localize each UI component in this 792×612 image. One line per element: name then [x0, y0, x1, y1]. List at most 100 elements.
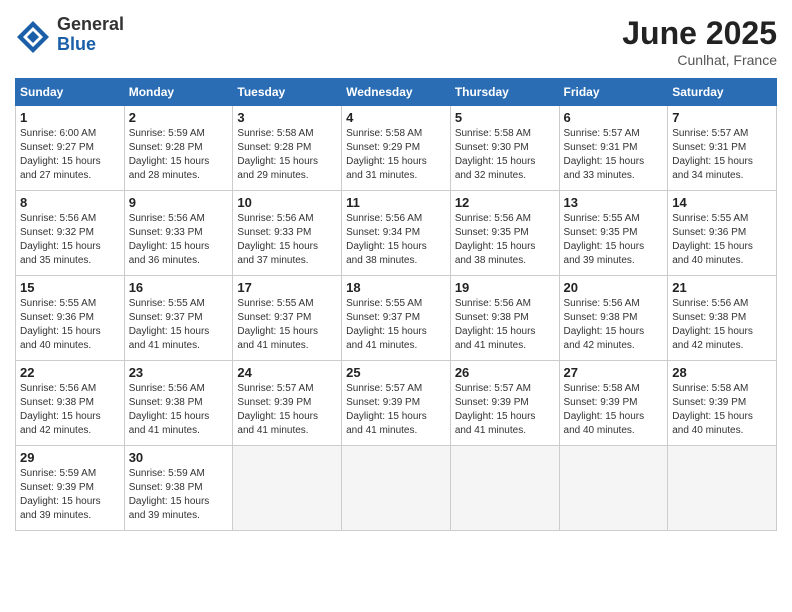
- header-sunday: Sunday: [16, 79, 125, 106]
- table-row: 12 Sunrise: 5:56 AM Sunset: 9:35 PM Dayli…: [450, 191, 559, 276]
- table-row: 1 Sunrise: 6:00 AM Sunset: 9:27 PM Daylig…: [16, 106, 125, 191]
- day-number: 2: [129, 110, 229, 125]
- day-number: 6: [564, 110, 664, 125]
- table-row: 24 Sunrise: 5:57 AM Sunset: 9:39 PM Dayli…: [233, 361, 342, 446]
- day-number: 23: [129, 365, 229, 380]
- table-row: 19Sunrise: 5:56 AM Sunset: 9:38 PM Dayli…: [450, 276, 559, 361]
- day-number: 30: [129, 450, 229, 465]
- table-row: [450, 446, 559, 531]
- logo-general: General: [57, 15, 124, 35]
- day-info: Sunrise: 5:55 AM Sunset: 9:37 PM Dayligh…: [237, 297, 337, 353]
- calendar: Sunday Monday Tuesday Wednesday Thursday…: [15, 78, 777, 531]
- day-number: 18: [346, 280, 446, 295]
- table-row: 2Sunrise: 5:59 AM Sunset: 9:28 PM Daylig…: [124, 106, 233, 191]
- day-number: 14: [672, 195, 772, 210]
- day-info: Sunrise: 5:56 AM Sunset: 9:38 PM Dayligh…: [455, 297, 555, 353]
- logo-blue: Blue: [57, 35, 124, 55]
- month-title: June 2025: [622, 15, 777, 52]
- day-info: Sunrise: 5:58 AM Sunset: 9:28 PM Dayligh…: [237, 127, 337, 183]
- logo-text: General Blue: [57, 15, 124, 55]
- day-info: Sunrise: 6:00 AM Sunset: 9:27 PM Dayligh…: [20, 127, 120, 183]
- day-number: 7: [672, 110, 772, 125]
- table-row: 3 Sunrise: 5:58 AM Sunset: 9:28 PM Daylig…: [233, 106, 342, 191]
- day-info: Sunrise: 5:56 AM Sunset: 9:38 PM Dayligh…: [672, 297, 772, 353]
- day-number: 15: [20, 280, 120, 295]
- day-number: 20: [564, 280, 664, 295]
- table-row: 7 Sunrise: 5:57 AM Sunset: 9:31 PM Daylig…: [668, 106, 777, 191]
- day-number: 11: [346, 195, 446, 210]
- table-row: 5 Sunrise: 5:58 AM Sunset: 9:30 PM Daylig…: [450, 106, 559, 191]
- table-row: 11 Sunrise: 5:56 AM Sunset: 9:34 PM Dayli…: [342, 191, 451, 276]
- header-saturday: Saturday: [668, 79, 777, 106]
- table-row: 29Sunrise: 5:59 AM Sunset: 9:39 PM Dayli…: [16, 446, 125, 531]
- day-info: Sunrise: 5:56 AM Sunset: 9:38 PM Dayligh…: [20, 382, 120, 438]
- table-row: 21 Sunrise: 5:56 AM Sunset: 9:38 PM Dayli…: [668, 276, 777, 361]
- day-number: 26: [455, 365, 555, 380]
- day-info: Sunrise: 5:57 AM Sunset: 9:31 PM Dayligh…: [564, 127, 664, 183]
- header-monday: Monday: [124, 79, 233, 106]
- header-thursday: Thursday: [450, 79, 559, 106]
- table-row: 20 Sunrise: 5:56 AM Sunset: 9:38 PM Dayli…: [559, 276, 668, 361]
- day-info: Sunrise: 5:56 AM Sunset: 9:34 PM Dayligh…: [346, 212, 446, 268]
- day-number: 13: [564, 195, 664, 210]
- table-row: 28 Sunrise: 5:58 AM Sunset: 9:39 PM Dayli…: [668, 361, 777, 446]
- table-row: [668, 446, 777, 531]
- day-number: 12: [455, 195, 555, 210]
- day-info: Sunrise: 5:56 AM Sunset: 9:35 PM Dayligh…: [455, 212, 555, 268]
- table-row: 16Sunrise: 5:55 AM Sunset: 9:37 PM Dayli…: [124, 276, 233, 361]
- table-row: 13 Sunrise: 5:55 AM Sunset: 9:35 PM Dayli…: [559, 191, 668, 276]
- day-number: 8: [20, 195, 120, 210]
- table-row: 14Sunrise: 5:55 AM Sunset: 9:36 PM Dayli…: [668, 191, 777, 276]
- day-info: Sunrise: 5:56 AM Sunset: 9:38 PM Dayligh…: [564, 297, 664, 353]
- calendar-header-row: Sunday Monday Tuesday Wednesday Thursday…: [16, 79, 777, 106]
- logo: General Blue: [15, 15, 124, 60]
- day-number: 28: [672, 365, 772, 380]
- header-friday: Friday: [559, 79, 668, 106]
- day-info: Sunrise: 5:55 AM Sunset: 9:35 PM Dayligh…: [564, 212, 664, 268]
- page-header: General Blue June 2025 Cunlhat, France: [15, 15, 777, 68]
- day-info: Sunrise: 5:55 AM Sunset: 9:36 PM Dayligh…: [20, 297, 120, 353]
- table-row: [342, 446, 451, 531]
- day-info: Sunrise: 5:57 AM Sunset: 9:39 PM Dayligh…: [455, 382, 555, 438]
- table-row: 26 Sunrise: 5:57 AM Sunset: 9:39 PM Dayli…: [450, 361, 559, 446]
- table-row: 22Sunrise: 5:56 AM Sunset: 9:38 PM Dayli…: [16, 361, 125, 446]
- table-row: 4 Sunrise: 5:58 AM Sunset: 9:29 PM Daylig…: [342, 106, 451, 191]
- day-info: Sunrise: 5:56 AM Sunset: 9:33 PM Dayligh…: [237, 212, 337, 268]
- table-row: 23 Sunrise: 5:56 AM Sunset: 9:38 PM Dayli…: [124, 361, 233, 446]
- day-number: 1: [20, 110, 120, 125]
- table-row: 30Sunrise: 5:59 AM Sunset: 9:38 PM Dayli…: [124, 446, 233, 531]
- day-info: Sunrise: 5:58 AM Sunset: 9:29 PM Dayligh…: [346, 127, 446, 183]
- table-row: 25 Sunrise: 5:57 AM Sunset: 9:39 PM Dayli…: [342, 361, 451, 446]
- logo-icon: [15, 19, 51, 55]
- table-row: [559, 446, 668, 531]
- table-row: 15 Sunrise: 5:55 AM Sunset: 9:36 PM Dayli…: [16, 276, 125, 361]
- table-row: 17 Sunrise: 5:55 AM Sunset: 9:37 PM Dayli…: [233, 276, 342, 361]
- day-info: Sunrise: 5:59 AM Sunset: 9:39 PM Dayligh…: [20, 467, 120, 523]
- day-number: 5: [455, 110, 555, 125]
- day-info: Sunrise: 5:56 AM Sunset: 9:38 PM Dayligh…: [129, 382, 229, 438]
- header-wednesday: Wednesday: [342, 79, 451, 106]
- day-number: 25: [346, 365, 446, 380]
- table-row: 18Sunrise: 5:55 AM Sunset: 9:37 PM Dayli…: [342, 276, 451, 361]
- day-info: Sunrise: 5:58 AM Sunset: 9:39 PM Dayligh…: [672, 382, 772, 438]
- day-info: Sunrise: 5:56 AM Sunset: 9:32 PM Dayligh…: [20, 212, 120, 268]
- day-number: 27: [564, 365, 664, 380]
- day-info: Sunrise: 5:56 AM Sunset: 9:33 PM Dayligh…: [129, 212, 229, 268]
- day-info: Sunrise: 5:57 AM Sunset: 9:39 PM Dayligh…: [346, 382, 446, 438]
- day-number: 17: [237, 280, 337, 295]
- day-number: 21: [672, 280, 772, 295]
- title-section: June 2025 Cunlhat, France: [622, 15, 777, 68]
- table-row: 6 Sunrise: 5:57 AM Sunset: 9:31 PM Daylig…: [559, 106, 668, 191]
- day-number: 3: [237, 110, 337, 125]
- table-row: [233, 446, 342, 531]
- table-row: 8 Sunrise: 5:56 AM Sunset: 9:32 PM Daylig…: [16, 191, 125, 276]
- day-number: 9: [129, 195, 229, 210]
- day-info: Sunrise: 5:58 AM Sunset: 9:39 PM Dayligh…: [564, 382, 664, 438]
- day-number: 24: [237, 365, 337, 380]
- day-number: 10: [237, 195, 337, 210]
- table-row: 9 Sunrise: 5:56 AM Sunset: 9:33 PM Daylig…: [124, 191, 233, 276]
- day-info: Sunrise: 5:57 AM Sunset: 9:39 PM Dayligh…: [237, 382, 337, 438]
- day-number: 4: [346, 110, 446, 125]
- day-info: Sunrise: 5:58 AM Sunset: 9:30 PM Dayligh…: [455, 127, 555, 183]
- day-info: Sunrise: 5:57 AM Sunset: 9:31 PM Dayligh…: [672, 127, 772, 183]
